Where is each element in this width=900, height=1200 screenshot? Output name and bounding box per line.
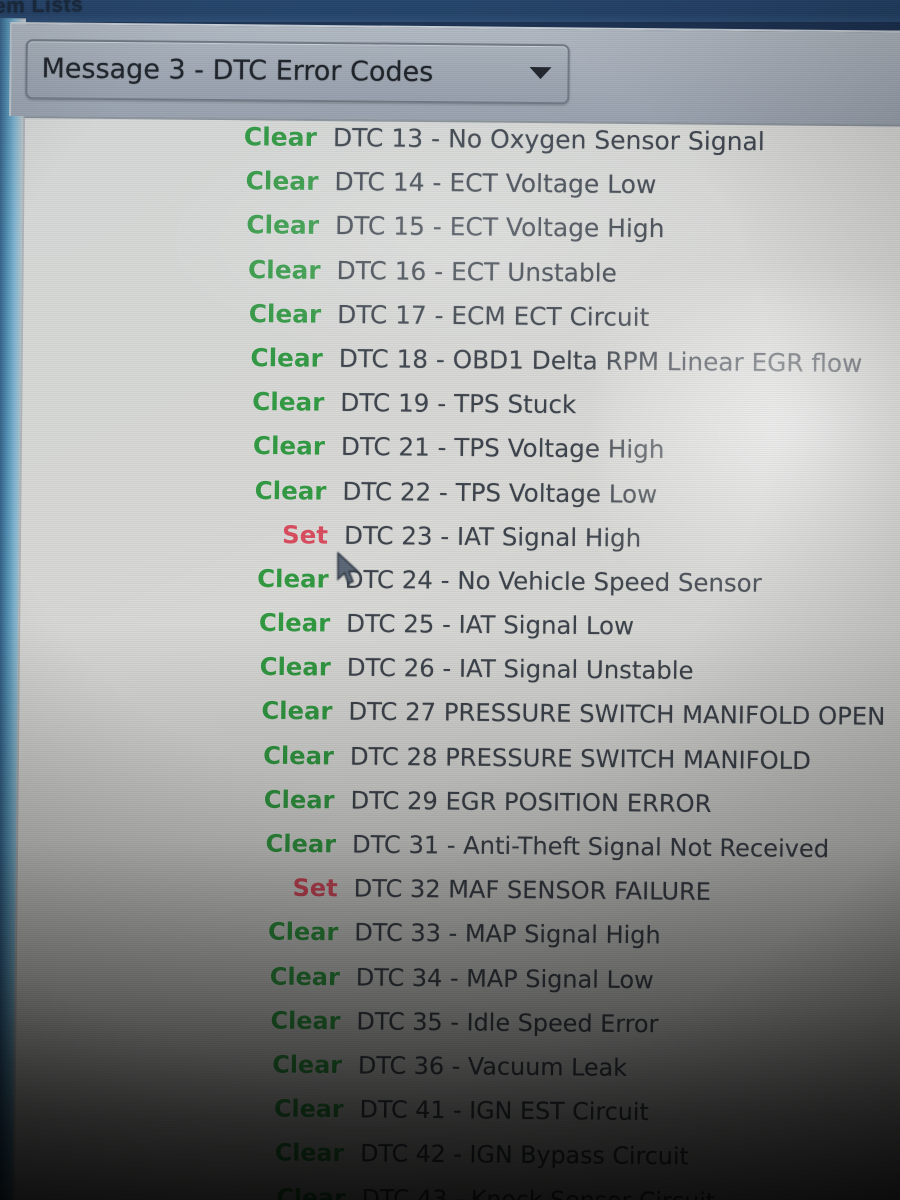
status-badge[interactable]: Clear bbox=[206, 387, 324, 416]
status-badge[interactable]: Clear bbox=[208, 475, 327, 505]
dtc-description: DTC 26 - IAT Signal Unstable bbox=[347, 653, 695, 686]
dtc-description: DTC 16 - ECT Unstable bbox=[336, 255, 617, 288]
status-badge[interactable]: Clear bbox=[203, 299, 322, 328]
dtc-description: DTC 34 - MAP Signal Low bbox=[355, 962, 654, 994]
message-select-value: Message 3 - DTC Error Codes bbox=[41, 53, 434, 89]
status-badge[interactable]: Clear bbox=[219, 785, 335, 814]
dtc-application-window: Message 3 - DTC Error Codes Clear DTC 13 … bbox=[0, 22, 900, 1200]
window-toolbar-area: Message 3 - DTC Error Codes bbox=[9, 22, 900, 125]
dtc-description: DTC 33 - MAP Signal High bbox=[354, 918, 662, 950]
dtc-description: DTC 32 MAF SENSOR FAILURE bbox=[353, 874, 711, 906]
dtc-description: DTC 43 - Knock Sensor Circuit bbox=[361, 1183, 716, 1200]
dtc-description: DTC 22 - TPS Voltage Low bbox=[342, 476, 658, 509]
status-badge[interactable]: Clear bbox=[217, 741, 334, 770]
status-badge[interactable]: Clear bbox=[214, 652, 331, 682]
dtc-description: DTC 14 - ECT Voltage Low bbox=[333, 167, 657, 200]
dtc-description: DTC 35 - Idle Speed Error bbox=[356, 1007, 660, 1038]
chevron-down-icon[interactable] bbox=[529, 66, 552, 80]
dtc-description: DTC 28 PRESSURE SWITCH MANIFOLD bbox=[349, 741, 811, 775]
dtc-description: DTC 23 - IAT Signal High bbox=[343, 520, 641, 553]
dtc-description: DTC 36 - Vacuum Leak bbox=[357, 1051, 628, 1082]
dtc-description: DTC 27 PRESSURE SWITCH MANIFOLD OPEN bbox=[348, 697, 886, 732]
status-badge[interactable]: Clear bbox=[230, 1138, 345, 1167]
status-badge[interactable]: Clear bbox=[232, 1183, 345, 1200]
status-badge[interactable]: Clear bbox=[200, 210, 319, 241]
dtc-description: DTC 42 - IGN Bypass Circuit bbox=[360, 1139, 690, 1171]
status-badge[interactable]: Clear bbox=[204, 343, 323, 372]
desktop-titlebar: em Lists bbox=[0, 0, 900, 22]
status-badge[interactable]: Clear bbox=[229, 1094, 344, 1123]
dtc-description: DTC 17 - ECM ECT Circuit bbox=[337, 299, 650, 332]
dtc-description: DTC 24 - No Vehicle Speed Sensor bbox=[344, 565, 763, 598]
status-badge[interactable]: Clear bbox=[201, 254, 321, 285]
dtc-description: DTC 31 - Anti-Theft Signal Not Received bbox=[351, 830, 830, 863]
dtc-description: DTC 41 - IGN EST Circuit bbox=[359, 1095, 649, 1126]
dtc-list-panel[interactable]: Clear DTC 13 - No Oxygen Sensor Signal Cle… bbox=[12, 116, 900, 1200]
status-badge[interactable]: Set bbox=[222, 873, 337, 902]
dtc-description: DTC 25 - IAT Signal Low bbox=[345, 609, 634, 641]
status-badge[interactable]: Clear bbox=[213, 608, 331, 637]
dtc-description: DTC 18 - OBD1 Delta RPM Linear EGR flow bbox=[338, 344, 863, 378]
dtc-description: DTC 13 - No Oxygen Sensor Signal bbox=[332, 123, 765, 157]
dtc-description: DTC 15 - ECT Voltage High bbox=[335, 211, 665, 244]
status-badge[interactable]: Clear bbox=[220, 829, 336, 858]
status-badge[interactable]: Clear bbox=[211, 564, 329, 593]
status-badge[interactable]: Clear bbox=[226, 1006, 341, 1034]
dtc-list: Clear DTC 13 - No Oxygen Sensor Signal Cle… bbox=[14, 118, 900, 1200]
status-badge[interactable]: Clear bbox=[198, 166, 318, 196]
dtc-description: DTC 19 - TPS Stuck bbox=[339, 388, 577, 420]
dtc-description: DTC 29 EGR POSITION ERROR bbox=[350, 786, 712, 818]
status-badge[interactable]: Clear bbox=[223, 917, 338, 947]
status-badge[interactable]: Clear bbox=[207, 431, 325, 461]
desktop-title-text: em Lists bbox=[0, 0, 84, 18]
status-badge[interactable]: Clear bbox=[225, 962, 339, 990]
photographed-screen-scene: em Lists Message 3 - DTC Error Codes Cle… bbox=[0, 0, 900, 1200]
status-badge[interactable]: Clear bbox=[216, 696, 332, 726]
status-badge[interactable]: Clear bbox=[227, 1050, 342, 1079]
status-badge[interactable]: Set bbox=[210, 520, 328, 549]
status-badge[interactable]: Clear bbox=[197, 122, 317, 152]
dtc-description: DTC 21 - TPS Voltage High bbox=[341, 432, 665, 465]
message-select-combobox[interactable]: Message 3 - DTC Error Codes bbox=[25, 39, 570, 105]
